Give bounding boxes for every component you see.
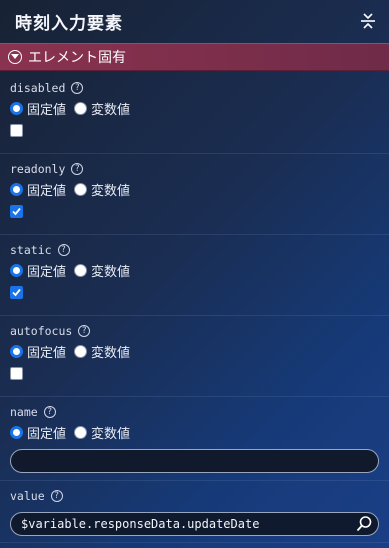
help-icon[interactable]: ? bbox=[71, 163, 84, 175]
property-disabled: disabled ? 固定値 変数値 bbox=[0, 80, 389, 154]
mode-radio-group: 固定値 変数値 bbox=[10, 180, 389, 199]
property-static: static ? 固定値 変数値 bbox=[0, 242, 389, 316]
chevron-down-icon bbox=[8, 50, 22, 64]
property-name: autofocus bbox=[10, 324, 73, 338]
panel-title: 時刻入力要素 bbox=[15, 13, 123, 34]
property-name-field: name ? 固定値 変数値 bbox=[0, 404, 389, 481]
radio-variable[interactable]: 変数値 bbox=[74, 423, 130, 442]
property-readonly: readonly ? 固定値 変数値 bbox=[0, 161, 389, 235]
name-input[interactable] bbox=[10, 449, 379, 473]
help-icon[interactable]: ? bbox=[57, 244, 70, 256]
mode-radio-group: 固定値 変数値 bbox=[10, 342, 389, 361]
radio-dot[interactable] bbox=[74, 101, 88, 115]
radio-variable[interactable]: 変数値 bbox=[74, 99, 130, 118]
property-autofocus: autofocus ? 固定値 変数値 bbox=[0, 323, 389, 397]
radio-dot[interactable] bbox=[74, 263, 88, 277]
property-name: readonly bbox=[10, 162, 66, 176]
radio-label: 固定値 bbox=[27, 183, 67, 199]
check-icon bbox=[12, 207, 21, 216]
help-icon[interactable]: ? bbox=[71, 82, 84, 94]
property-label: disabled ? bbox=[10, 80, 389, 96]
section-header-element-specific[interactable]: エレメント固有 bbox=[0, 43, 389, 71]
help-icon[interactable]: ? bbox=[50, 490, 63, 502]
radio-variable[interactable]: 変数値 bbox=[74, 342, 130, 361]
property-name: static bbox=[10, 243, 52, 257]
property-label: value ? bbox=[10, 488, 389, 504]
panel-header: 時刻入力要素 bbox=[0, 0, 389, 42]
disabled-checkbox[interactable] bbox=[10, 124, 23, 137]
radio-label: 変数値 bbox=[91, 264, 131, 280]
radio-dot-selected[interactable] bbox=[10, 344, 23, 358]
radio-label: 変数値 bbox=[91, 183, 131, 199]
readonly-checkbox[interactable] bbox=[10, 205, 23, 218]
radio-label: 固定値 bbox=[27, 345, 67, 361]
radio-label: 固定値 bbox=[27, 426, 67, 442]
radio-dot-selected[interactable] bbox=[10, 101, 23, 115]
radio-fixed[interactable]: 固定値 bbox=[10, 180, 66, 199]
radio-label: 変数値 bbox=[91, 102, 131, 118]
property-label: static ? bbox=[10, 242, 389, 258]
property-label: autofocus ? bbox=[10, 323, 389, 339]
property-value: value ? $variable.responseData.updateDat… bbox=[0, 488, 389, 543]
property-name: name bbox=[10, 405, 38, 419]
autofocus-checkbox[interactable] bbox=[10, 367, 23, 380]
radio-dot[interactable] bbox=[74, 425, 88, 439]
radio-fixed[interactable]: 固定値 bbox=[10, 261, 66, 280]
radio-label: 固定値 bbox=[27, 264, 67, 280]
property-label: name ? bbox=[10, 404, 389, 420]
mode-radio-group: 固定値 変数値 bbox=[10, 423, 389, 442]
radio-dot-selected[interactable] bbox=[10, 182, 23, 196]
mode-radio-group: 固定値 変数値 bbox=[10, 261, 389, 280]
value-input-text: $variable.responseData.updateDate bbox=[21, 517, 260, 531]
radio-fixed[interactable]: 固定値 bbox=[10, 342, 66, 361]
radio-fixed[interactable]: 固定値 bbox=[10, 423, 66, 442]
radio-dot[interactable] bbox=[74, 344, 88, 358]
radio-label: 固定値 bbox=[27, 102, 67, 118]
radio-variable[interactable]: 変数値 bbox=[74, 261, 130, 280]
radio-label: 変数値 bbox=[91, 426, 131, 442]
section-title: エレメント固有 bbox=[28, 50, 126, 66]
value-input[interactable]: $variable.responseData.updateDate bbox=[10, 512, 379, 536]
property-name: value bbox=[10, 489, 45, 503]
help-icon[interactable]: ? bbox=[78, 325, 91, 337]
radio-dot-selected[interactable] bbox=[10, 425, 23, 439]
property-label: readonly ? bbox=[10, 161, 389, 177]
radio-label: 変数値 bbox=[91, 345, 131, 361]
mode-radio-group: 固定値 変数値 bbox=[10, 99, 389, 118]
radio-variable[interactable]: 変数値 bbox=[74, 180, 130, 199]
radio-fixed[interactable]: 固定値 bbox=[10, 99, 66, 118]
search-icon[interactable] bbox=[354, 514, 374, 534]
check-icon bbox=[12, 288, 21, 297]
help-icon[interactable]: ? bbox=[43, 406, 56, 418]
radio-dot[interactable] bbox=[74, 182, 88, 196]
radio-dot-selected[interactable] bbox=[10, 263, 23, 277]
property-name: disabled bbox=[10, 81, 66, 95]
static-checkbox[interactable] bbox=[10, 286, 23, 299]
collapse-icon[interactable] bbox=[357, 10, 379, 32]
